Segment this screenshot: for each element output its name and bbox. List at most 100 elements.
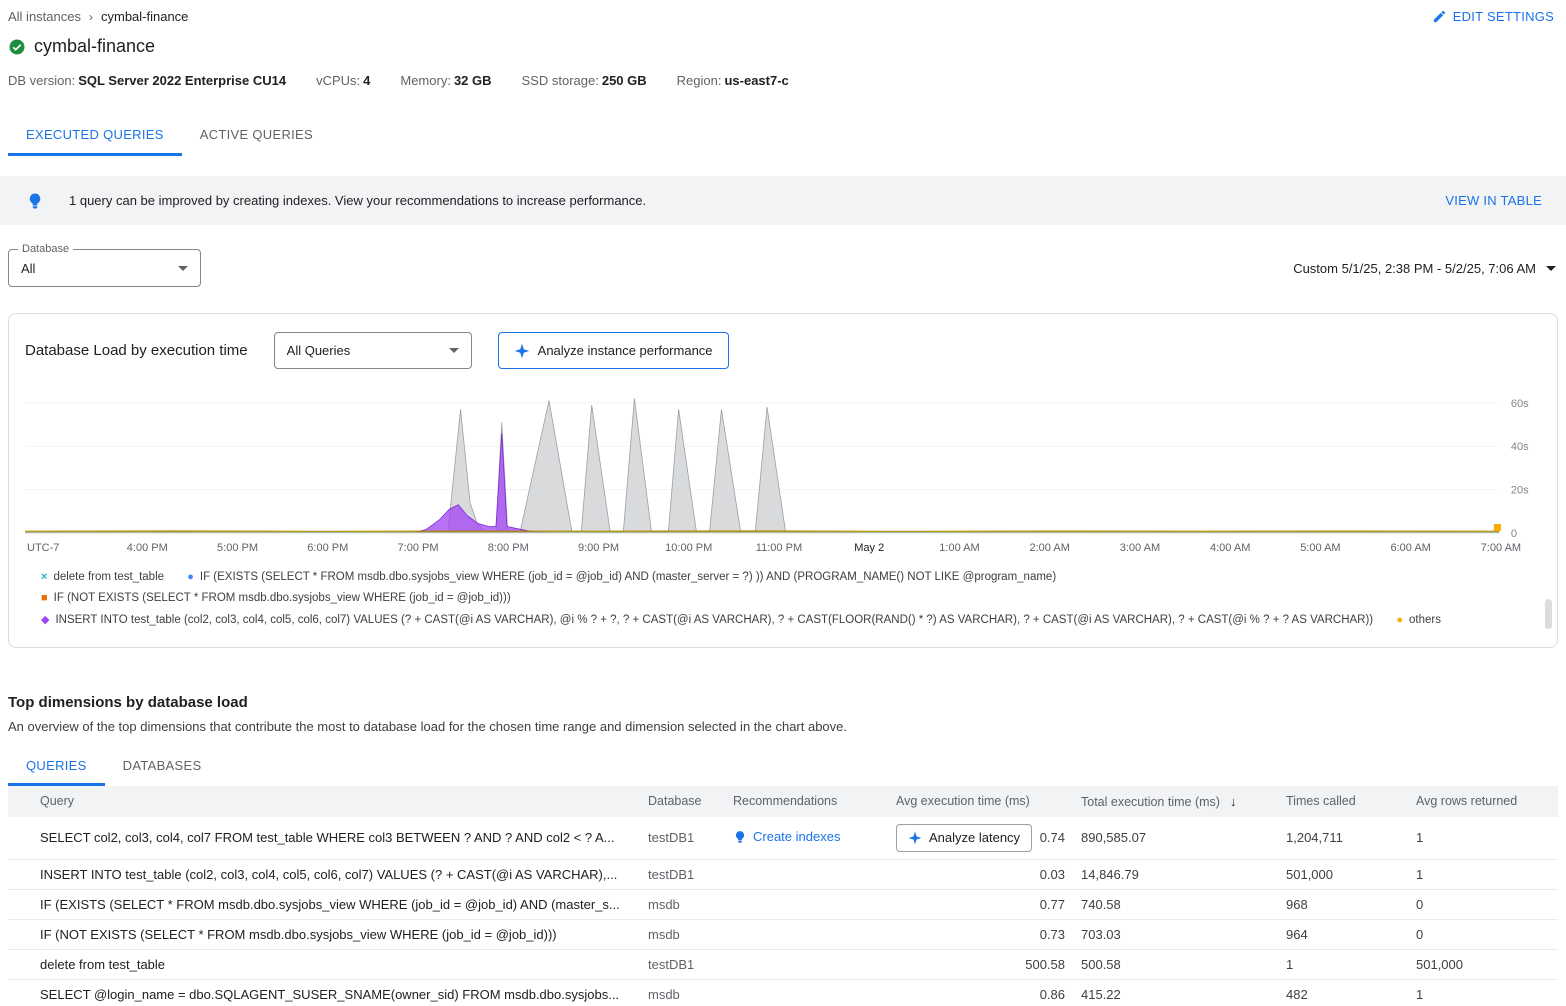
header-recommendations[interactable]: Recommendations: [725, 786, 888, 817]
database-cell: testDB1: [640, 859, 725, 889]
legend-marker-icon: ●: [1396, 610, 1403, 630]
sparkle-icon: [514, 343, 530, 359]
svg-text:9:00 PM: 9:00 PM: [578, 542, 619, 554]
avg-execution-cell: 0.73: [888, 919, 1073, 949]
tab-databases[interactable]: DATABASES: [105, 748, 220, 786]
times-called-value: 1: [1278, 949, 1408, 979]
meta-item: vCPUs:4: [316, 73, 370, 88]
query-table-row[interactable]: IF (EXISTS (SELECT * FROM msdb.dbo.sysjo…: [8, 889, 1558, 919]
load-chart[interactable]: 60s40s20s0UTC-74:00 PM5:00 PM6:00 PM7:00…: [25, 385, 1541, 563]
svg-text:5:00 AM: 5:00 AM: [1300, 542, 1340, 554]
header-times-called[interactable]: Times called: [1278, 786, 1408, 817]
legend-item[interactable]: ● others: [1396, 610, 1441, 631]
edit-settings-button[interactable]: EDIT SETTINGS: [1432, 9, 1554, 24]
database-cell: testDB1: [640, 949, 725, 979]
view-in-table-link[interactable]: VIEW IN TABLE: [1445, 193, 1542, 208]
avg-rows-value: 0: [1408, 919, 1558, 949]
meta-item: Memory:32 GB: [400, 73, 491, 88]
svg-text:1:00 AM: 1:00 AM: [939, 542, 979, 554]
meta-label: vCPUs:: [316, 73, 360, 88]
meta-value: 250 GB: [602, 73, 647, 88]
chevron-down-icon: [449, 348, 459, 353]
query-filter-value: All Queries: [287, 343, 351, 358]
recommendation-banner: 1 query can be improved by creating inde…: [0, 176, 1566, 225]
header-avg-rows-returned[interactable]: Avg rows returned: [1408, 786, 1558, 817]
header-avg-execution-time[interactable]: Avg execution time (ms): [888, 786, 1073, 817]
query-filter-select[interactable]: All Queries: [274, 332, 472, 369]
instance-meta-row: DB version:SQL Server 2022 Enterprise CU…: [0, 57, 1566, 88]
tab-queries[interactable]: QUERIES: [8, 748, 105, 786]
recommendation-cell: Create indexes: [725, 817, 888, 860]
table-header-row: Query Database Recommendations Avg execu…: [8, 786, 1558, 817]
recommendation-cell: [725, 889, 888, 919]
svg-text:60s: 60s: [1511, 398, 1529, 410]
total-execution-value: 740.58: [1073, 889, 1278, 919]
header-query[interactable]: Query: [8, 786, 640, 817]
pencil-icon: [1432, 9, 1447, 24]
top-dimensions-title: Top dimensions by database load: [8, 694, 1558, 711]
legend-label: INSERT INTO test_table (col2, col3, col4…: [55, 610, 1373, 631]
avg-rows-value: 1: [1408, 859, 1558, 889]
legend-item[interactable]: ■ IF (NOT EXISTS (SELECT * FROM msdb.dbo…: [41, 588, 511, 609]
breadcrumb-all-instances[interactable]: All instances: [8, 9, 81, 24]
meta-value: us-east7-c: [724, 73, 788, 88]
healthy-status-icon: [8, 38, 26, 56]
legend-label: delete from test_table: [53, 567, 164, 588]
avg-rows-value: 0: [1408, 889, 1558, 919]
svg-text:11:00 PM: 11:00 PM: [756, 542, 802, 554]
query-table-row[interactable]: SELECT @login_name = dbo.SQLAGENT_SUSER_…: [8, 979, 1558, 1006]
query-table-row[interactable]: SELECT col2, col3, col4, col7 FROM test_…: [8, 817, 1558, 860]
database-select[interactable]: Database All: [8, 249, 201, 287]
dimension-tabs: QUERIES DATABASES: [8, 748, 1558, 786]
legend-item[interactable]: × delete from test_table: [41, 567, 164, 588]
chart-header: Database Load by execution time All Quer…: [25, 332, 1541, 369]
database-cell: msdb: [640, 919, 725, 949]
lightbulb-icon: [26, 192, 44, 210]
avg-rows-value: 1: [1408, 979, 1558, 1006]
legend-label: others: [1409, 610, 1441, 631]
database-cell: msdb: [640, 889, 725, 919]
svg-text:May 2: May 2: [854, 542, 884, 554]
queries-table: Query Database Recommendations Avg execu…: [8, 786, 1558, 1006]
times-called-value: 964: [1278, 919, 1408, 949]
create-indexes-label: Create indexes: [753, 829, 840, 844]
svg-text:4:00 PM: 4:00 PM: [127, 542, 168, 554]
create-indexes-link[interactable]: Create indexes: [733, 829, 840, 844]
chevron-down-icon: [1546, 266, 1556, 271]
database-select-label: Database: [18, 243, 73, 255]
svg-text:2:00 AM: 2:00 AM: [1029, 542, 1069, 554]
sort-descending-icon[interactable]: ↓: [1230, 794, 1237, 809]
tab-executed-queries[interactable]: EXECUTED QUERIES: [8, 116, 182, 156]
svg-text:3:00 AM: 3:00 AM: [1120, 542, 1160, 554]
meta-value: 32 GB: [454, 73, 492, 88]
time-range-value: Custom 5/1/25, 2:38 PM - 5/2/25, 7:06 AM: [1293, 261, 1536, 276]
total-execution-value: 890,585.07: [1073, 817, 1278, 860]
legend-scrollbar[interactable]: [1545, 599, 1552, 629]
analyze-instance-performance-button[interactable]: Analyze instance performance: [498, 332, 729, 369]
analyze-latency-button[interactable]: Analyze latency: [896, 824, 1032, 852]
svg-text:20s: 20s: [1511, 485, 1529, 497]
time-range-selector[interactable]: Custom 5/1/25, 2:38 PM - 5/2/25, 7:06 AM: [1293, 261, 1556, 276]
avg-execution-value: 0.03: [1040, 867, 1065, 882]
svg-text:5:00 PM: 5:00 PM: [217, 542, 258, 554]
query-table-row[interactable]: IF (NOT EXISTS (SELECT * FROM msdb.dbo.s…: [8, 919, 1558, 949]
main-tabs: EXECUTED QUERIES ACTIVE QUERIES: [0, 116, 1566, 156]
header-total-execution-time[interactable]: Total execution time (ms)↓: [1073, 786, 1278, 817]
svg-text:6:00 AM: 6:00 AM: [1390, 542, 1430, 554]
query-table-row[interactable]: INSERT INTO test_table (col2, col3, col4…: [8, 859, 1558, 889]
avg-execution-value: 0.77: [1040, 897, 1065, 912]
meta-label: Memory:: [400, 73, 451, 88]
legend-marker-icon: ●: [187, 567, 194, 587]
analyze-instance-performance-label: Analyze instance performance: [538, 343, 713, 358]
header-database[interactable]: Database: [640, 786, 725, 817]
legend-item[interactable]: ● IF (EXISTS (SELECT * FROM msdb.dbo.sys…: [187, 567, 1056, 588]
avg-execution-value: 500.58: [1025, 957, 1065, 972]
legend-marker-icon: ×: [41, 567, 47, 587]
query-table-row[interactable]: delete from test_table testDB1 500.58 50…: [8, 949, 1558, 979]
database-load-card: Database Load by execution time All Quer…: [8, 313, 1558, 648]
total-execution-value: 415.22: [1073, 979, 1278, 1006]
avg-execution-cell: Analyze latency 0.74: [888, 817, 1073, 860]
edit-settings-label: EDIT SETTINGS: [1453, 9, 1554, 24]
legend-item[interactable]: ◆ INSERT INTO test_table (col2, col3, co…: [41, 610, 1373, 631]
tab-active-queries[interactable]: ACTIVE QUERIES: [182, 116, 331, 156]
